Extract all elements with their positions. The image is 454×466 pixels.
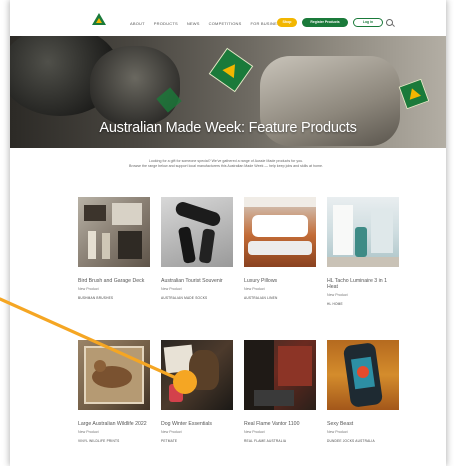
product-category: New Product [78,287,99,291]
product-image-detail [189,350,219,390]
product-image-detail [118,231,142,259]
nav-item-competitions[interactable]: Competitions [209,21,242,26]
product-image[interactable] [327,197,399,267]
product-card[interactable]: Australian Tourist Souvenir New Product … [161,197,233,300]
product-title[interactable]: Large Australian Wildlife 2022 [78,421,150,427]
product-title[interactable]: Dog Winter Essentials [161,421,233,427]
product-image[interactable] [161,197,233,267]
product-brand: Australian Linen [244,296,278,300]
australian-made-tag-icon [398,78,430,110]
product-category: New Product [161,287,182,291]
hero-photo-region [90,46,180,126]
product-title[interactable]: Bird Brush and Garage Deck [78,278,150,284]
product-image-detail [371,209,393,253]
product-card[interactable]: Dog Winter Essentials New Product Petmat… [161,340,233,443]
product-image[interactable] [244,340,316,410]
search-icon[interactable] [386,19,393,26]
product-card[interactable]: Large Australian Wildlife 2022 New Produ… [78,340,150,443]
nav-item-news[interactable]: News [187,21,200,26]
intro-line: Browse the range below and support local… [129,164,323,168]
product-card[interactable]: Sexy Beast New Product Dundee Jocks Aust… [327,340,399,443]
product-image-detail [84,205,106,221]
product-image[interactable] [327,340,399,410]
register-products-button[interactable]: Register Products [302,18,348,27]
product-category: New Product [327,293,348,297]
product-image[interactable] [78,197,150,267]
product-category: New Product [78,430,99,434]
product-image-detail [198,228,216,264]
product-image-detail [102,233,110,259]
product-title[interactable]: Australian Tourist Souvenir [161,278,233,284]
product-image-detail [94,360,106,372]
nav-item-products[interactable]: Products [154,21,178,26]
product-brand: Dundee Jocks Australia [327,439,375,443]
product-category: New Product [244,430,265,434]
product-title[interactable]: Sexy Beast [327,421,399,427]
hero-banner: Australian Made Week: Feature Products [10,36,446,148]
page: About Products News Competitions For Bus… [0,0,454,466]
product-image-detail [333,205,353,255]
product-image-detail [248,241,312,255]
logo-kangaroo-mark [96,18,102,23]
product-card[interactable]: Real Flame Vantor 1100 New Product Real … [244,340,316,443]
triangle-logo-icon[interactable] [92,13,106,25]
hero-title: Australian Made Week: Feature Products [99,120,357,136]
product-card[interactable]: Luxury Pillows New Product Australian Li… [244,197,316,300]
shop-button[interactable]: Shop [277,18,297,27]
product-title[interactable]: HL Tacho Luminaire 3 in 1 Heat [327,278,399,290]
product-image-detail [278,346,312,386]
product-title[interactable]: Luxury Pillows [244,278,316,284]
australian-made-tag-icon [208,47,254,93]
nav-item-about[interactable]: About [130,21,145,26]
product-image[interactable] [161,340,233,410]
product-image-detail [169,384,183,402]
main-nav: About Products News Competitions For Bus… [130,21,283,26]
product-category: New Product [327,430,348,434]
product-card[interactable]: HL Tacho Luminaire 3 in 1 Heat New Produ… [327,197,399,306]
product-brand: Vinyl Wildlife Prints [78,439,120,443]
intro-text: Looking for a gift for someone special? … [90,159,362,169]
product-image[interactable] [78,340,150,410]
product-image-detail [244,197,316,207]
product-image-detail [112,203,142,225]
product-image-detail [252,215,308,237]
product-title[interactable]: Real Flame Vantor 1100 [244,421,316,427]
product-image-detail [88,231,96,259]
product-category: New Product [244,287,265,291]
product-image-detail [254,390,294,406]
product-image[interactable] [244,197,316,267]
product-image-detail [355,227,367,257]
login-button[interactable]: Log in [353,18,383,27]
product-category: New Product [161,430,182,434]
product-brand: Australian Made Socks [161,296,208,300]
product-image-detail [327,257,399,267]
product-image-detail [357,366,369,378]
product-card[interactable]: Bird Brush and Garage Deck New Product B… [78,197,150,300]
product-image-detail [177,226,197,264]
product-brand: Bushman Brushes [78,296,114,300]
product-brand: HL Home [327,302,343,306]
product-image-detail [173,200,223,228]
product-brand: Petmate [161,439,178,443]
product-brand: Real Flame Australia [244,439,287,443]
